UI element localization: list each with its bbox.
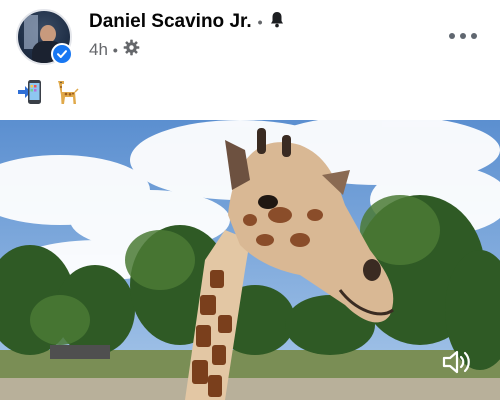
post-text xyxy=(17,78,81,106)
video-frame xyxy=(0,120,500,400)
more-dot xyxy=(449,33,455,39)
gear-icon[interactable] xyxy=(123,39,140,61)
mobile-phone-with-arrow-emoji xyxy=(17,78,43,106)
post-time[interactable]: 4h xyxy=(89,40,108,60)
post-header: Daniel Scavino Jr. • 4h • xyxy=(0,0,500,72)
bell-icon[interactable] xyxy=(269,11,285,33)
post-meta: 4h • xyxy=(89,39,140,61)
verified-badge-icon xyxy=(51,43,73,65)
more-dot xyxy=(471,33,477,39)
meta-separator: • xyxy=(112,42,118,58)
more-options-icon[interactable] xyxy=(449,26,477,46)
more-dot xyxy=(460,33,466,39)
giraffe-emoji xyxy=(55,78,81,106)
speaker-icon[interactable] xyxy=(440,345,474,379)
author-name[interactable]: Daniel Scavino Jr. xyxy=(89,11,252,33)
post-video[interactable] xyxy=(0,120,500,400)
name-separator: • xyxy=(257,14,263,30)
author-line: Daniel Scavino Jr. • xyxy=(89,11,285,33)
